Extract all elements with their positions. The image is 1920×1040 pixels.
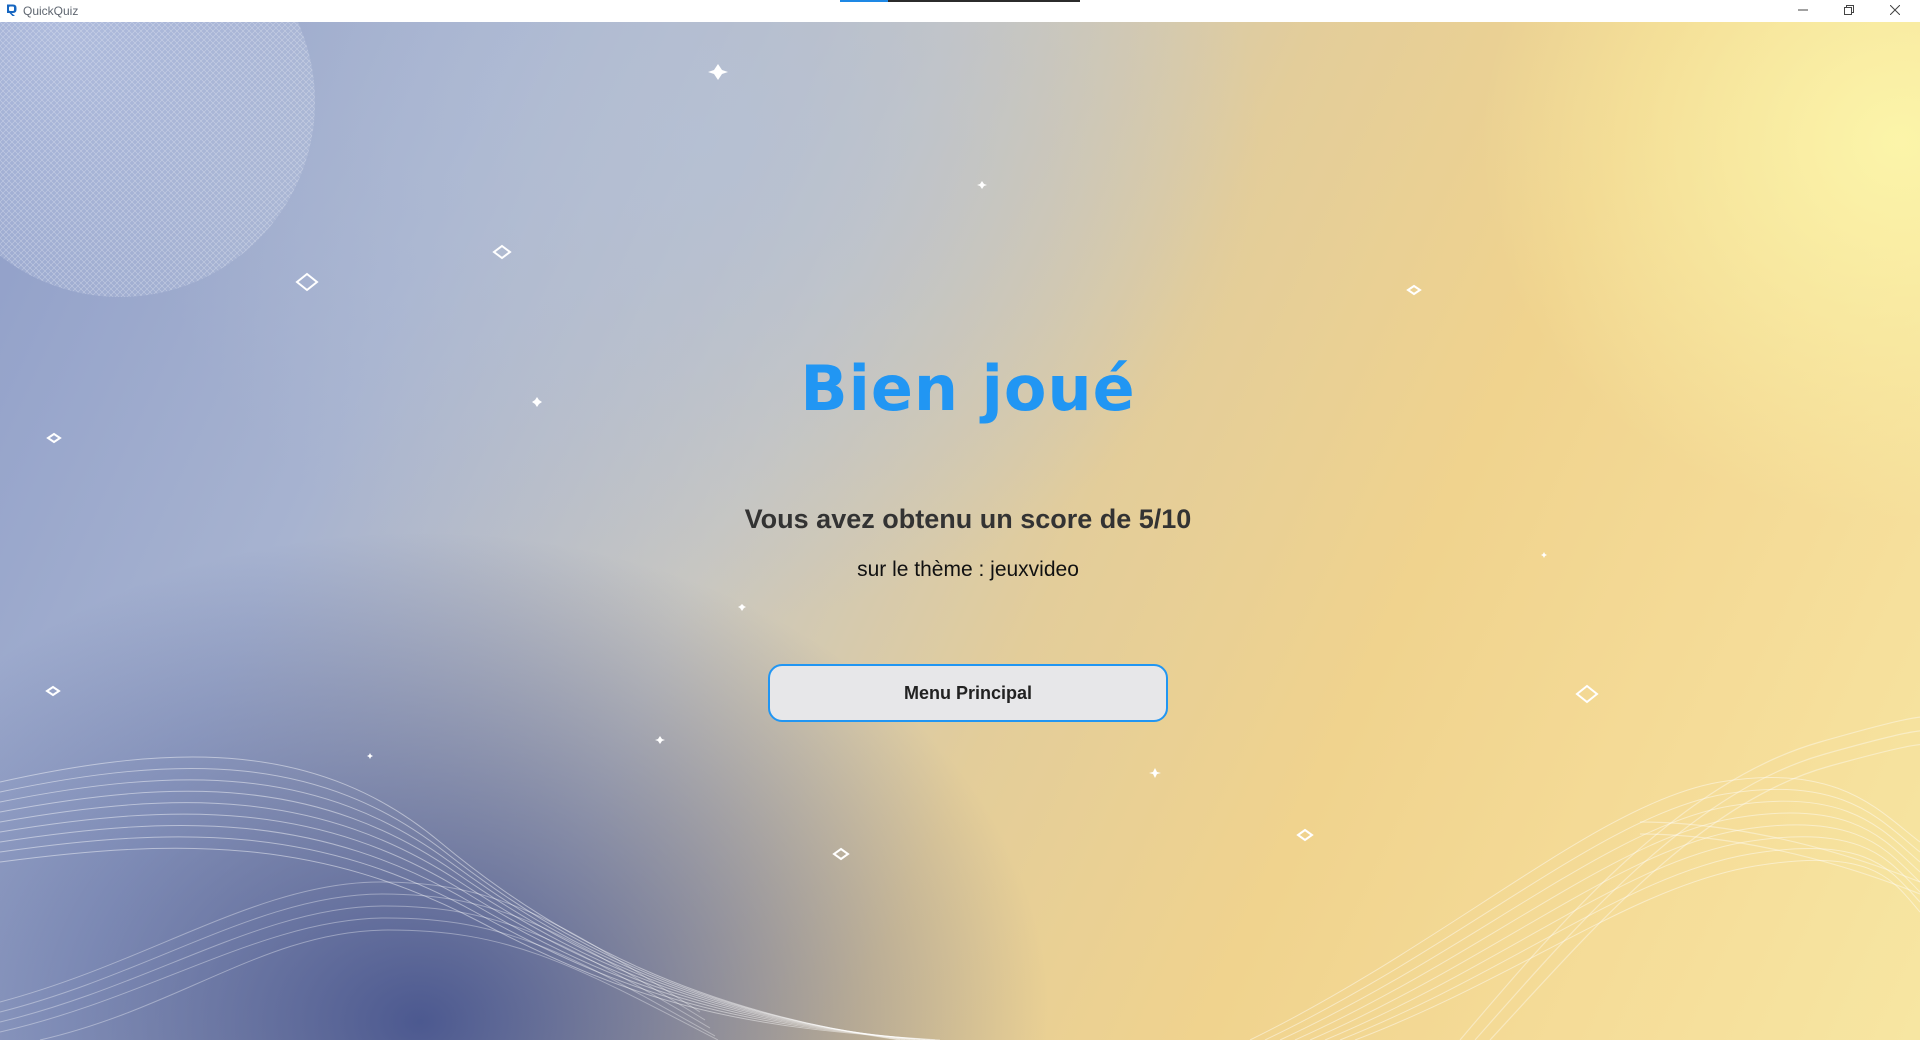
app-window: QuickQuiz Bien joué Vous avez obtenu un … <box>0 0 1920 1040</box>
restore-button[interactable] <box>1826 0 1872 22</box>
score-text: Vous avez obtenu un score de 5/10 <box>744 504 1192 534</box>
quickquiz-logo-icon <box>4 3 18 17</box>
restore-icon <box>1844 2 1854 20</box>
title-bar[interactable]: QuickQuiz <box>0 0 1920 22</box>
close-button[interactable] <box>1872 0 1918 22</box>
result-screen: Bien joué Vous avez obtenu un score de 5… <box>0 22 1920 1040</box>
minimize-icon <box>1798 2 1808 20</box>
main-menu-button-label: Menu Principal <box>903 682 1033 703</box>
title-tab-indicator-secondary <box>888 0 1080 2</box>
close-icon <box>1889 2 1901 20</box>
theme-text: sur le thème : jeuxvideo <box>857 558 1079 581</box>
result-title: Bien joué <box>800 352 1136 425</box>
title-tab-indicator <box>840 0 888 2</box>
window-title: QuickQuiz <box>23 4 79 18</box>
minimize-button[interactable] <box>1780 0 1826 22</box>
main-menu-button[interactable]: Menu Principal <box>768 664 1168 722</box>
result-panel: Bien joué Vous avez obtenu un score de 5… <box>0 22 1920 1040</box>
